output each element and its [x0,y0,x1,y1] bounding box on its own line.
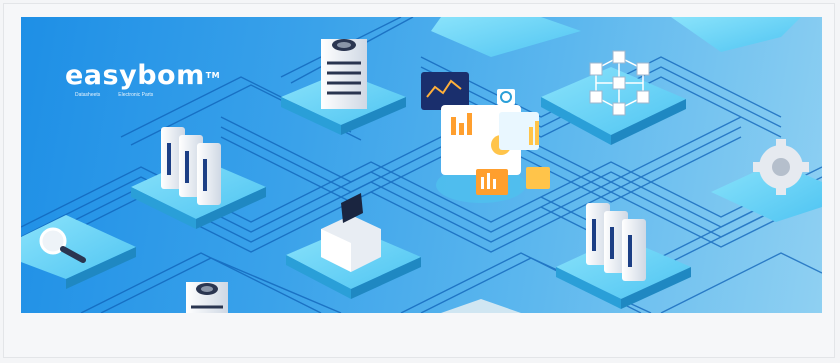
tile-bottom-center [441,299,521,313]
tile-top-center [431,17,581,57]
network-cube-icon [541,50,686,145]
laptop-icon [286,193,421,299]
magnifier-icon [21,215,136,289]
logo-tag-left: Datasheets [75,92,101,98]
tile-top-right [671,17,801,52]
logo-tag-right: Electronic Parts [118,92,154,98]
server-rack-icon [131,127,266,229]
easybom-logo[interactable]: easybomTM Datasheets Electronic Parts [65,60,221,99]
card-footer-area [21,313,822,355]
logo-tagline: Datasheets Electronic Parts [75,92,220,98]
hero-banner[interactable]: easybomTM Datasheets Electronic Parts [21,17,822,313]
gear-icon [711,139,822,222]
server-tower-icon [281,39,406,135]
server-rack-right-icon [556,203,691,309]
logo-wordmark: easybomTM [65,60,221,91]
server-tower-bottom-icon [186,282,228,313]
